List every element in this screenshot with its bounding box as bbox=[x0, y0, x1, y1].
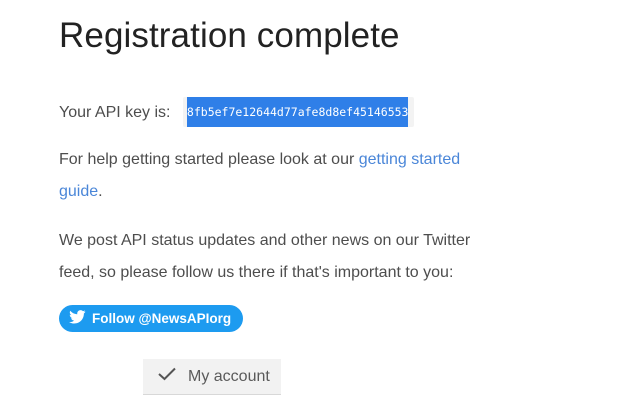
twitter-follow-label: Follow @NewsAPIorg bbox=[92, 311, 232, 326]
my-account-label: My account bbox=[188, 367, 270, 385]
api-key-label: Your API key is: bbox=[59, 104, 171, 121]
page-title: Registration complete bbox=[59, 16, 400, 55]
news-text: We post API status updates and other new… bbox=[59, 232, 471, 281]
my-account-button[interactable]: My account bbox=[143, 359, 281, 395]
api-key-value[interactable]: 8fb5ef7e12644d77afe8d8ef45146553 bbox=[186, 97, 409, 127]
help-text-before: For help getting started please look at … bbox=[59, 151, 359, 168]
api-key-box[interactable]: 8fb5ef7e12644d77afe8d8ef45146553 bbox=[182, 97, 415, 127]
help-text: For help getting started please look at … bbox=[59, 144, 479, 208]
help-text-after: . bbox=[98, 183, 103, 200]
twitter-bird-icon bbox=[69, 310, 92, 327]
twitter-follow-button[interactable]: Follow @NewsAPIorg bbox=[59, 305, 244, 332]
api-key-row: Your API key is: 8fb5ef7e12644d77afe8d8e… bbox=[59, 97, 415, 129]
checkmark-icon bbox=[158, 367, 188, 386]
